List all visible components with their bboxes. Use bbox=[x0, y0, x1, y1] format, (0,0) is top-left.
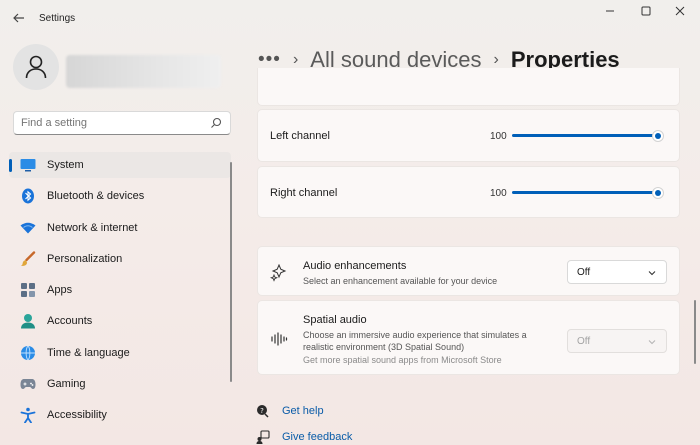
right-channel-slider-thumb[interactable] bbox=[652, 187, 664, 199]
sidebar-item-label: Bluetooth & devices bbox=[47, 190, 145, 203]
spatial-audio-description: Choose an immersive audio experience tha… bbox=[303, 330, 527, 352]
arrow-left-icon bbox=[13, 13, 24, 23]
sidebar-item-label: Time & language bbox=[47, 346, 130, 359]
maximize-button[interactable] bbox=[632, 5, 660, 21]
give-feedback-link[interactable]: Give feedback bbox=[282, 431, 352, 443]
wifi-icon bbox=[19, 219, 37, 237]
back-button[interactable] bbox=[12, 11, 26, 25]
help-chat-icon: ? bbox=[257, 405, 269, 418]
apps-icon bbox=[19, 281, 37, 299]
left-channel-label: Left channel bbox=[270, 130, 330, 142]
person-icon bbox=[25, 55, 47, 79]
sidebar-item-accounts[interactable]: Accounts bbox=[9, 308, 231, 334]
enhancement-sparkle-icon bbox=[270, 264, 287, 282]
search-box[interactable] bbox=[13, 111, 231, 135]
left-channel-slider-thumb[interactable] bbox=[652, 130, 664, 142]
breadcrumb-separator: › bbox=[493, 51, 499, 68]
chevron-down-icon bbox=[648, 271, 656, 276]
audio-waveform-icon bbox=[271, 332, 288, 346]
sidebar-nav: System Bluetooth & devices Network & int… bbox=[9, 152, 231, 434]
right-channel-label: Right channel bbox=[270, 187, 338, 199]
bluetooth-icon bbox=[19, 187, 37, 205]
close-button[interactable] bbox=[666, 5, 694, 21]
spatial-audio-dropdown[interactable]: Off bbox=[567, 329, 667, 353]
sidebar-scrollbar[interactable] bbox=[230, 162, 232, 382]
sidebar-item-label: Network & internet bbox=[47, 221, 138, 234]
get-help-row[interactable]: ? Get help bbox=[256, 403, 324, 419]
left-channel-value: 100 bbox=[490, 131, 507, 142]
monitor-icon bbox=[19, 156, 37, 174]
sidebar-item-network[interactable]: Network & internet bbox=[9, 215, 231, 241]
audio-enhancements-description: Select an enhancement available for your… bbox=[303, 276, 498, 286]
brush-icon bbox=[19, 250, 37, 268]
spatial-audio-store-link[interactable]: Get more spatial sound apps from Microso… bbox=[303, 355, 502, 365]
close-icon bbox=[675, 6, 685, 16]
sidebar-item-label: Accounts bbox=[47, 315, 93, 328]
sidebar-item-apps[interactable]: Apps bbox=[9, 277, 231, 303]
accessibility-icon bbox=[19, 406, 37, 424]
sidebar-item-label: Gaming bbox=[47, 378, 86, 391]
globe-clock-icon bbox=[19, 344, 37, 362]
gamepad-icon bbox=[19, 375, 37, 393]
give-feedback-row[interactable]: Give feedback bbox=[256, 429, 352, 445]
left-channel-card: Left channel 100 bbox=[257, 109, 680, 162]
sidebar-item-accessibility[interactable]: Accessibility bbox=[9, 402, 231, 428]
search-icon[interactable] bbox=[210, 117, 222, 129]
sidebar-item-label: Accessibility bbox=[47, 409, 107, 422]
audio-enhancements-dropdown[interactable]: Off bbox=[567, 260, 667, 284]
dropdown-value: Off bbox=[577, 267, 591, 278]
right-channel-slider[interactable] bbox=[512, 191, 658, 194]
spatial-audio-title: Spatial audio bbox=[303, 314, 367, 326]
search-input[interactable] bbox=[21, 117, 201, 129]
dropdown-value: Off bbox=[577, 336, 591, 347]
minimize-icon bbox=[606, 10, 614, 12]
sidebar-item-gaming[interactable]: Gaming bbox=[9, 371, 231, 397]
left-channel-slider[interactable] bbox=[512, 134, 658, 137]
right-channel-card: Right channel 100 bbox=[257, 166, 680, 218]
title-bar: Settings bbox=[0, 0, 700, 36]
sidebar-item-label: System bbox=[47, 159, 84, 171]
sidebar-item-system[interactable]: System bbox=[9, 152, 231, 178]
person-icon bbox=[19, 312, 37, 330]
main-scrollbar[interactable] bbox=[694, 300, 696, 364]
sidebar-item-label: Personalization bbox=[47, 252, 123, 265]
breadcrumb-separator: › bbox=[292, 51, 299, 68]
chevron-down-icon bbox=[648, 340, 656, 345]
maximize-icon bbox=[641, 6, 651, 16]
get-help-link[interactable]: Get help bbox=[282, 405, 324, 417]
audio-enhancements-card: Audio enhancements Select an enhancement… bbox=[257, 246, 680, 296]
svg-text:?: ? bbox=[260, 407, 264, 415]
avatar[interactable] bbox=[13, 44, 59, 90]
spatial-audio-card: Spatial audio Choose an immersive audio … bbox=[257, 300, 680, 375]
app-title: Settings bbox=[39, 13, 76, 24]
minimize-button[interactable] bbox=[596, 5, 624, 21]
sidebar-item-personalization[interactable]: Personalization bbox=[9, 246, 231, 272]
sidebar-item-time-language[interactable]: Time & language bbox=[9, 340, 231, 366]
feedback-icon bbox=[256, 430, 270, 444]
sidebar-item-label: Apps bbox=[47, 284, 73, 297]
partial-settings-card bbox=[257, 68, 680, 106]
audio-enhancements-title: Audio enhancements bbox=[303, 260, 407, 272]
sidebar-item-bluetooth[interactable]: Bluetooth & devices bbox=[9, 183, 231, 209]
username-redacted bbox=[66, 55, 221, 88]
right-channel-value: 100 bbox=[490, 188, 507, 199]
